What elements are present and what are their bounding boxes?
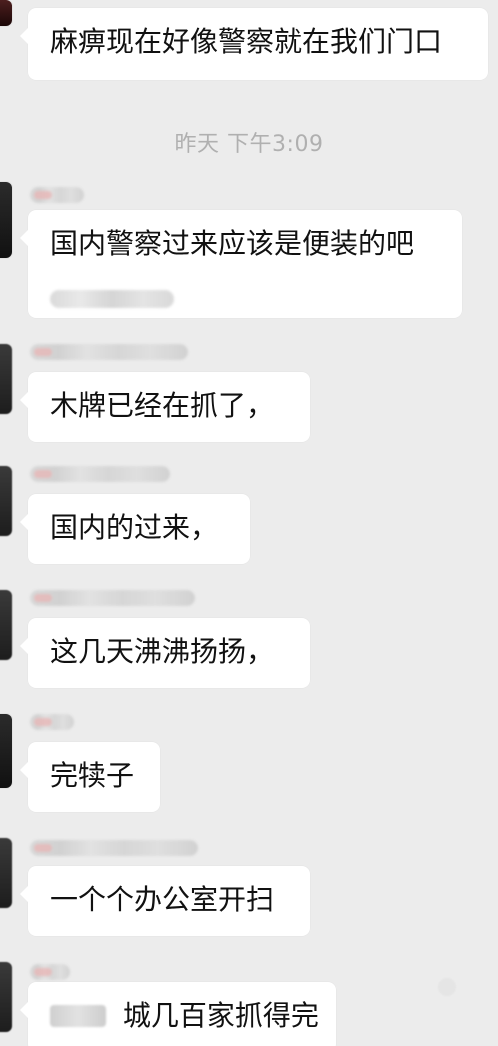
message-bubble-7: 一个个办公室开扫 (20, 866, 310, 936)
message-bubble-6: 完犊子 (20, 742, 160, 812)
message-bubble-5: 这几天沸沸扬扬， (20, 618, 310, 688)
sender-name-redacted (30, 714, 74, 730)
message-text-2: 国内警察过来应该是便装的吧 (50, 227, 415, 260)
message-text-6: 完犊子 (50, 759, 135, 792)
message-bubble-8: 城几百家抓得完 (20, 982, 336, 1046)
message-text-1: 麻痹现在好像警察就在我们门口 (50, 25, 443, 58)
sender-avatar[interactable] (0, 590, 12, 660)
sender-avatar[interactable] (0, 344, 12, 414)
sender-name-redacted (30, 840, 198, 856)
message-bubble-3: 木牌已经在抓了， (20, 372, 310, 442)
message-text-4: 国内的过来， (50, 511, 219, 544)
message-bubble-1: 麻痹现在好像警察就在我们门口 (20, 8, 488, 80)
sender-name-redacted (30, 344, 188, 360)
sender-name-redacted (30, 466, 170, 482)
message-text-8: 城几百家抓得完 (122, 999, 319, 1032)
redacted-text (50, 290, 174, 308)
sender-avatar[interactable] (0, 182, 12, 258)
message-bubble-2: 国内警察过来应该是便装的吧 (20, 210, 462, 318)
redacted-text (50, 1005, 106, 1027)
message-text-5: 这几天沸沸扬扬， (50, 635, 275, 668)
sender-name-redacted (30, 187, 84, 203)
message-text-7: 一个个办公室开扫 (50, 883, 275, 916)
sender-avatar[interactable] (0, 838, 12, 908)
timestamp: 昨天 下午3:09 (174, 132, 324, 157)
message-bubble-4: 国内的过来， (20, 494, 250, 564)
sender-avatar[interactable] (0, 962, 12, 1032)
message-text-3: 木牌已经在抓了， (50, 389, 275, 422)
sender-avatar[interactable] (0, 0, 12, 26)
sender-name-redacted (30, 590, 195, 606)
chat-window: 麻痹现在好像警察就在我们门口 昨天 下午3:09 国内警察过来应该是便装的吧 木… (0, 0, 498, 1046)
sender-avatar[interactable] (0, 466, 12, 536)
sender-avatar[interactable] (0, 714, 12, 788)
sender-name-redacted (30, 964, 70, 980)
decorative-dot (438, 978, 456, 996)
